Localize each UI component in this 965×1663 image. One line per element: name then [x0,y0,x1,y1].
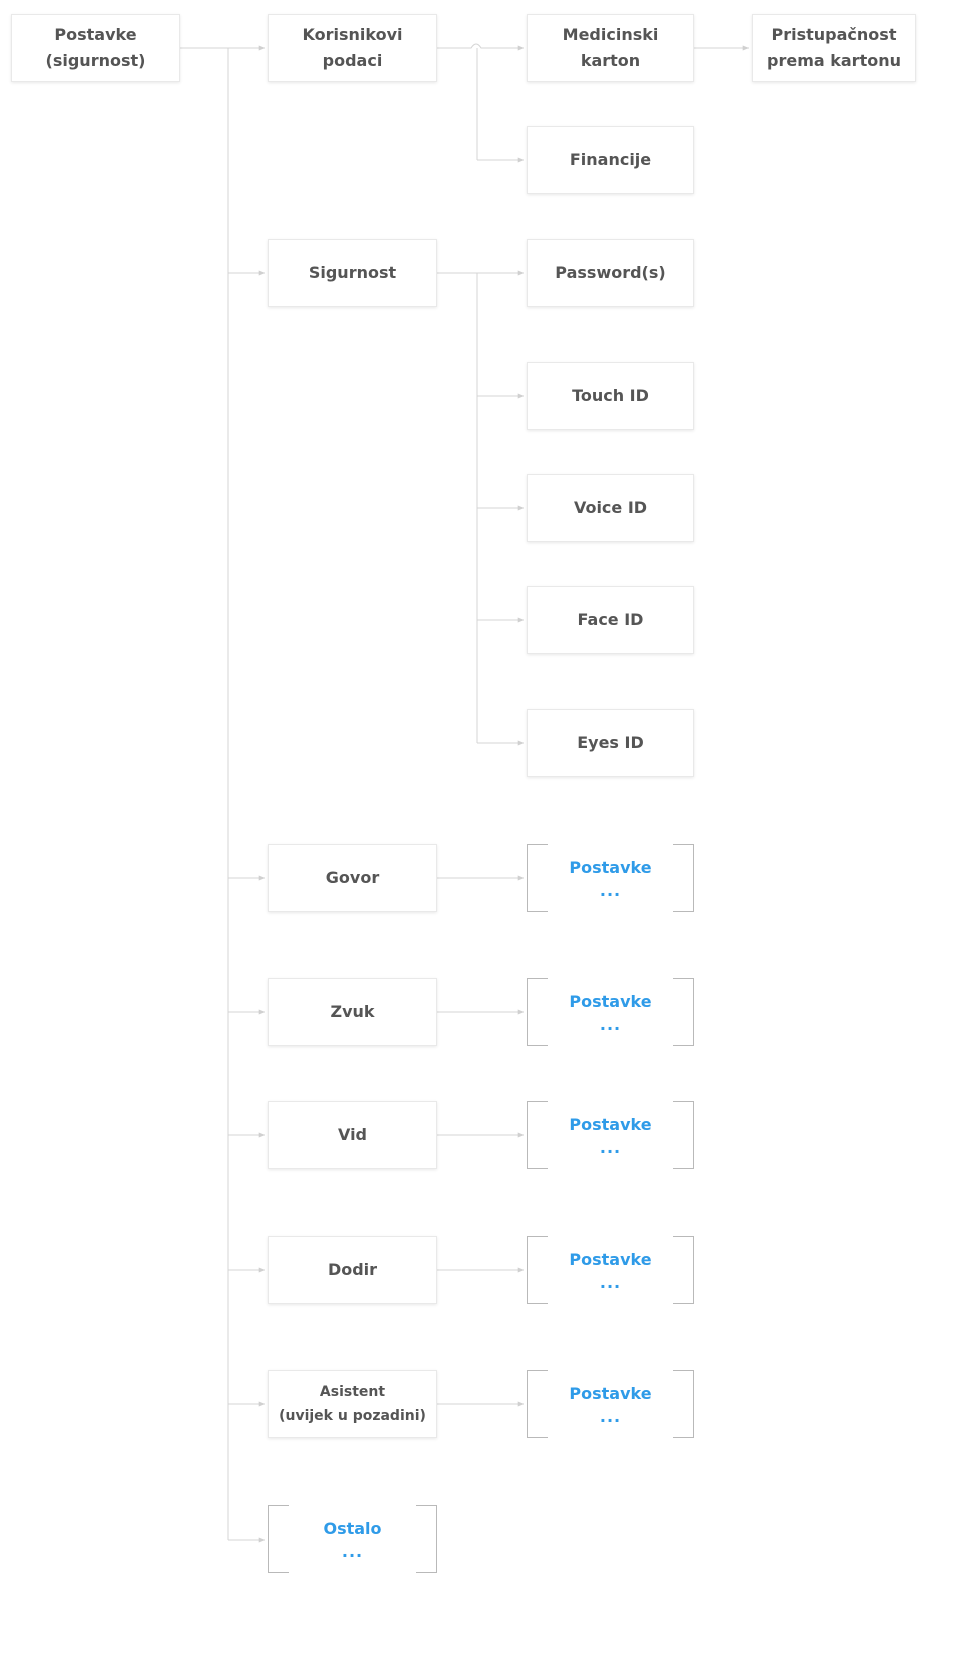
placeholder-ellipsis: ... [599,1138,622,1157]
node-settings-security[interactable]: Postavke (sigurnost) [11,14,180,82]
node-voice-id[interactable]: Voice ID [527,474,694,542]
node-label: Voice ID [573,498,648,517]
node-label-line: Pristupačnost [771,25,897,44]
node-label: Eyes ID [577,733,644,752]
node-touch-settings-placeholder[interactable]: Postavke ... [527,1236,694,1304]
node-speech[interactable]: Govor [268,844,437,912]
placeholder-label: Ostalo [323,1519,382,1538]
node-assistant-settings-placeholder[interactable]: Postavke ... [527,1370,694,1438]
node-vision-settings-placeholder[interactable]: Postavke ... [527,1101,694,1169]
node-face-id[interactable]: Face ID [527,586,694,654]
node-finance[interactable]: Financije [527,126,694,194]
node-record-access[interactable]: Pristupačnost prema kartonu [752,14,916,82]
node-label-line: podaci [322,51,383,70]
node-label-line: Korisnikovi [302,25,403,44]
node-label-line: karton [580,51,641,70]
node-sound-settings-placeholder[interactable]: Postavke ... [527,978,694,1046]
node-label-line: Asistent [319,1384,386,1400]
node-label: Face ID [577,610,644,629]
placeholder-label: Postavke [569,992,652,1011]
node-label-line: Medicinski [562,25,659,44]
node-passwords[interactable]: Password(s) [527,239,694,307]
placeholder-ellipsis: ... [599,1273,622,1292]
connector-lines [180,43,749,1543]
node-label-line: prema kartonu [767,51,901,70]
sitemap-diagram: Postavke (sigurnost) Korisnikovi podaci … [0,0,965,1663]
connector-userdata-medical [437,43,524,51]
node-label: Zvuk [330,1002,375,1021]
node-medical-record[interactable]: Medicinski karton [527,14,694,82]
node-speech-settings-placeholder[interactable]: Postavke ... [527,844,694,912]
placeholder-ellipsis: ... [599,1015,622,1034]
node-other-placeholder[interactable]: Ostalo ... [268,1505,437,1573]
node-assistant[interactable]: Asistent (uvijek u pozadini) [268,1370,437,1438]
node-eyes-id[interactable]: Eyes ID [527,709,694,777]
node-label-line: (uvijek u pozadini) [279,1408,426,1424]
placeholder-ellipsis: ... [599,1407,622,1426]
node-label-line: (sigurnost) [45,51,146,70]
placeholder-ellipsis: ... [341,1542,364,1561]
node-user-data[interactable]: Korisnikovi podaci [268,14,437,82]
node-label: Password(s) [555,263,666,282]
node-vision[interactable]: Vid [268,1101,437,1169]
node-label: Vid [337,1125,368,1144]
node-label: Sigurnost [308,263,397,282]
placeholder-ellipsis: ... [599,881,622,900]
node-touch-id[interactable]: Touch ID [527,362,694,430]
node-security[interactable]: Sigurnost [268,239,437,307]
node-label-line: Postavke [54,25,137,44]
node-label: Govor [325,868,380,887]
node-label: Touch ID [572,386,649,405]
placeholder-label: Postavke [569,1115,652,1134]
placeholder-label: Postavke [569,1250,652,1269]
node-label: Dodir [327,1260,378,1279]
placeholder-label: Postavke [569,1384,652,1403]
node-sound[interactable]: Zvuk [268,978,437,1046]
placeholder-label: Postavke [569,858,652,877]
node-label: Financije [569,150,652,169]
node-touch[interactable]: Dodir [268,1236,437,1304]
